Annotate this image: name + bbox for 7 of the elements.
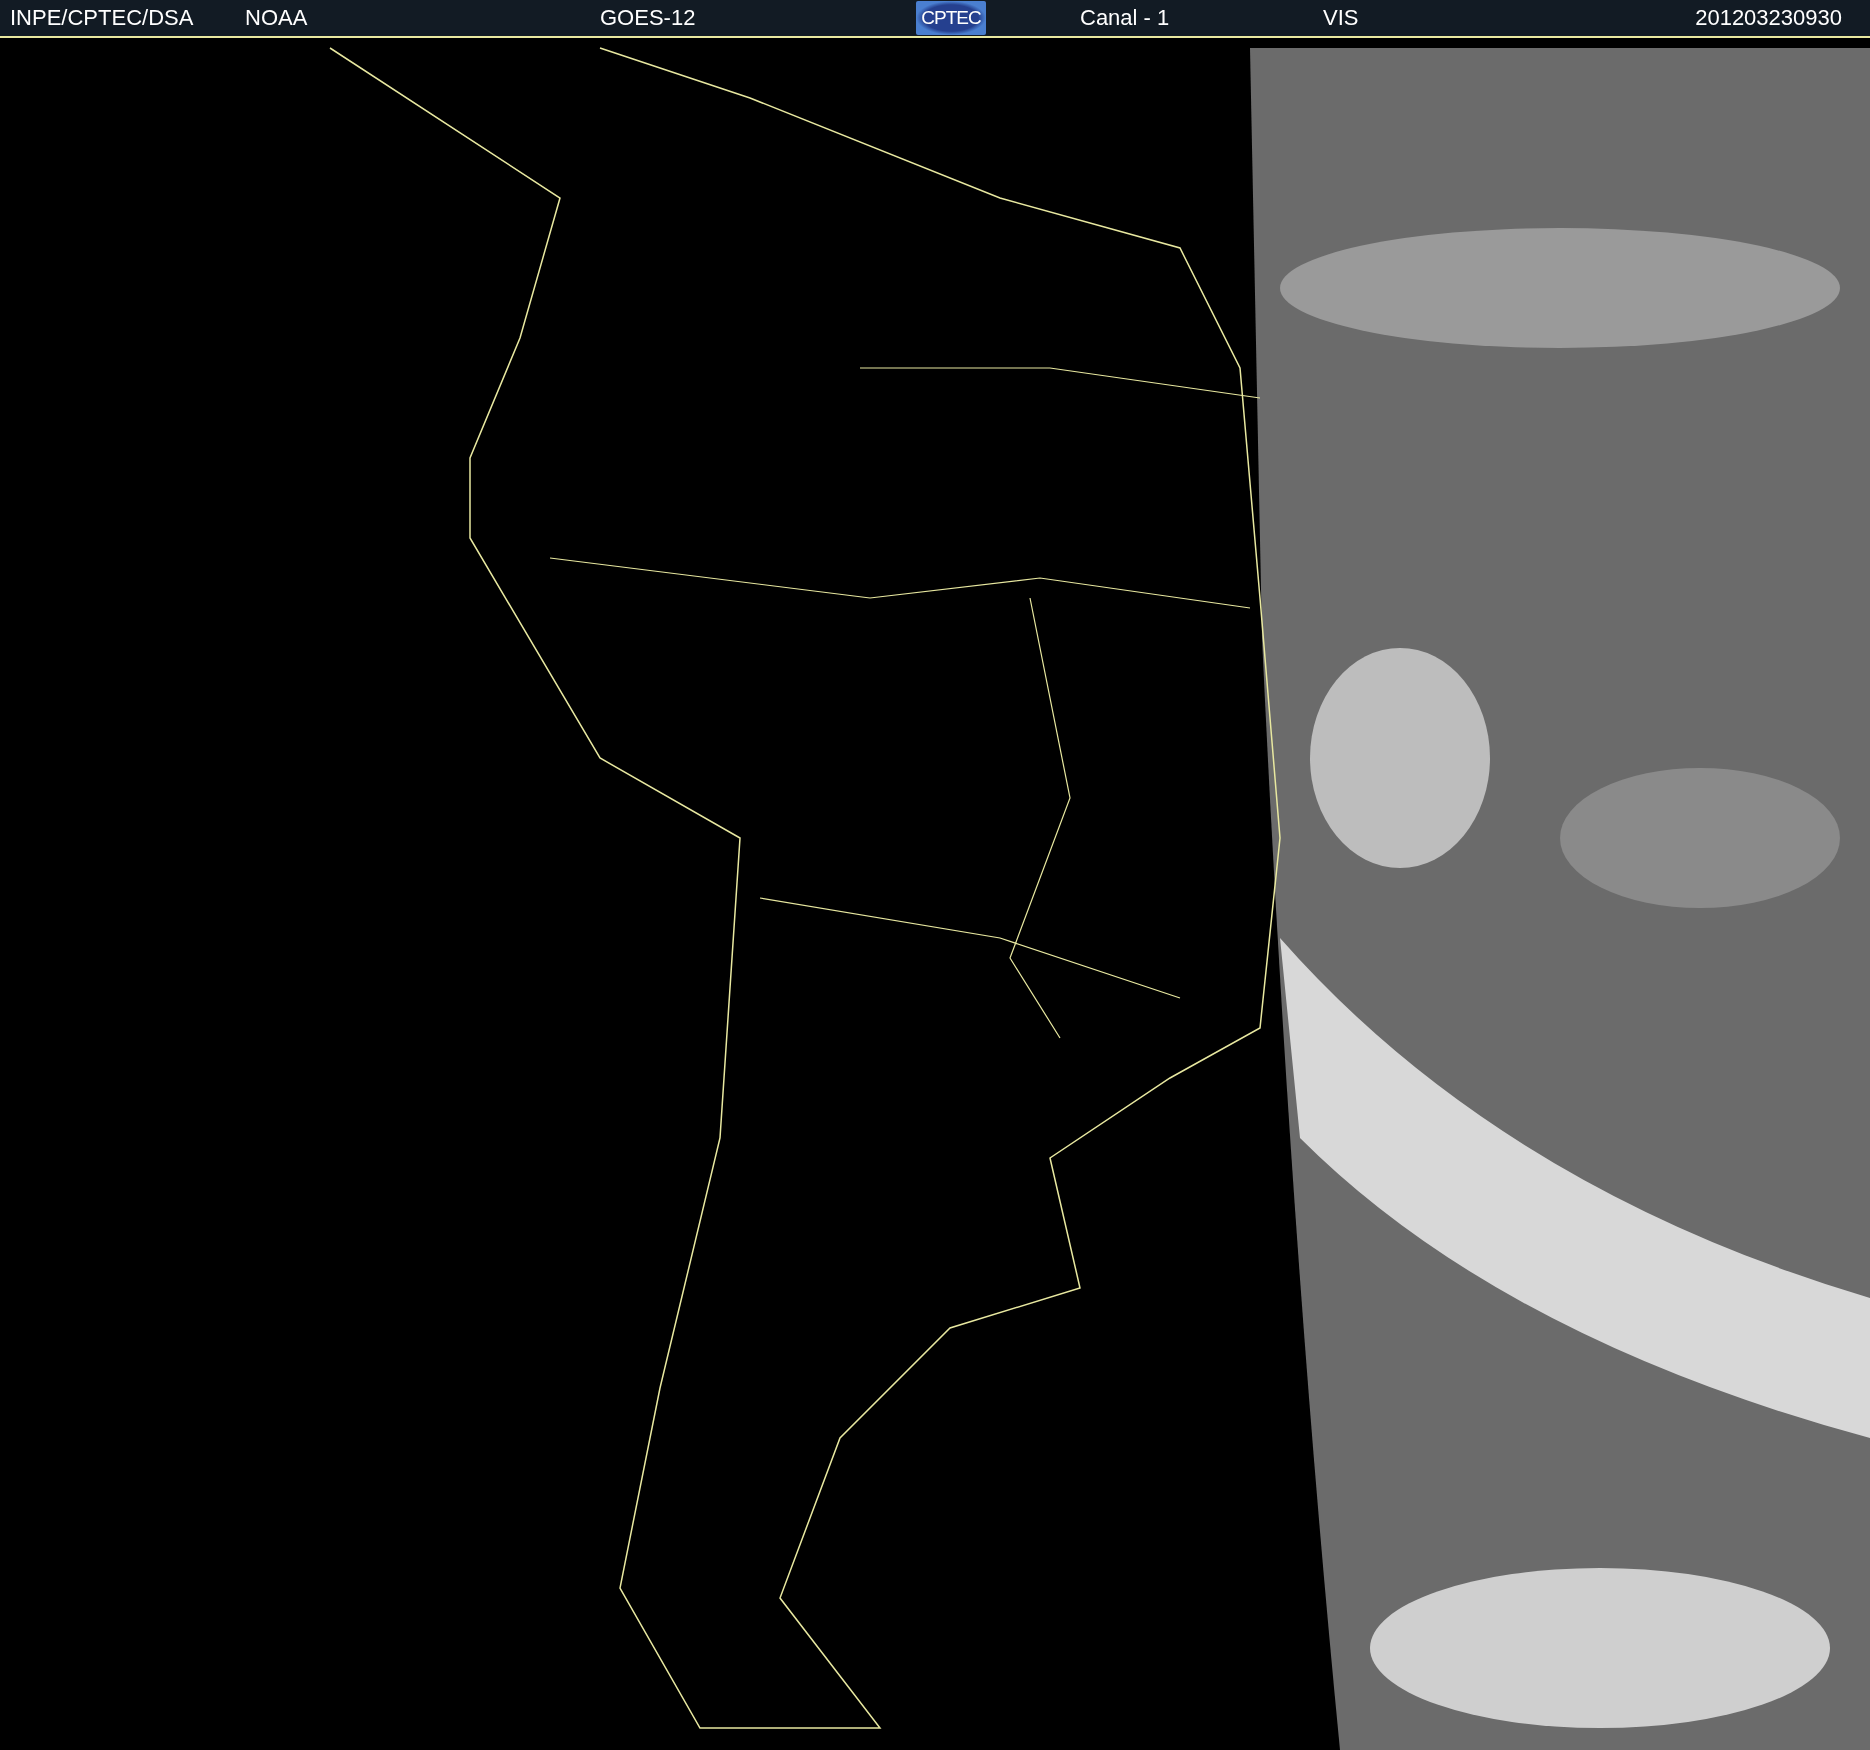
- logo: CPTEC: [916, 1, 986, 35]
- channel-label: Canal - 1: [1080, 5, 1171, 31]
- agency-label: NOAA: [245, 5, 309, 31]
- source-label: INPE/CPTEC/DSA: [9, 5, 195, 31]
- band-label: VIS: [1323, 5, 1360, 31]
- timestamp-label: 201203230930: [1695, 5, 1843, 31]
- satellite-label: GOES-12: [600, 5, 697, 31]
